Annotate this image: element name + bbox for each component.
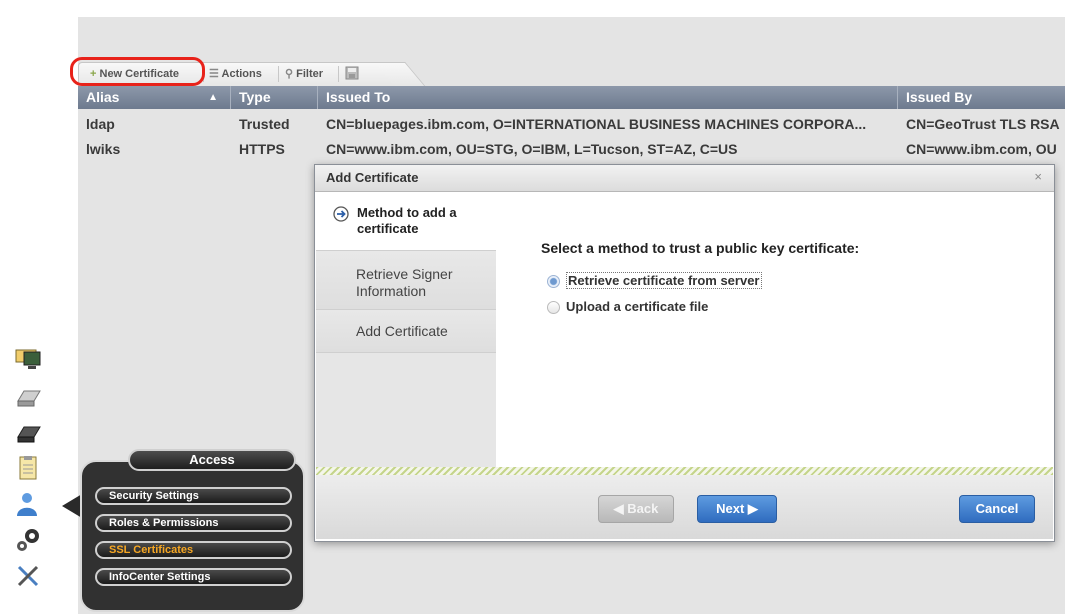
filter-label: Filter bbox=[296, 68, 324, 80]
toolbar-divider bbox=[278, 66, 279, 82]
cancel-button[interactable]: Cancel bbox=[959, 495, 1035, 523]
menu-item-infocenter-settings[interactable]: InfoCenter Settings bbox=[95, 568, 292, 586]
wizard-step-label: Add Certificate bbox=[356, 323, 448, 339]
column-header-alias[interactable]: Alias ▲ bbox=[78, 86, 231, 109]
close-icon[interactable]: × bbox=[1034, 169, 1042, 184]
user-icon[interactable] bbox=[14, 491, 44, 517]
dialog-body: Select a method to trust a public key ce… bbox=[497, 192, 1053, 467]
cell-issued-by: CN=GeoTrust TLS RSA bbox=[906, 116, 1060, 132]
column-label: Alias bbox=[86, 89, 120, 105]
wizard-steps: Method to add a certificate Retrieve Sig… bbox=[316, 192, 496, 468]
next-button[interactable]: Next ▶ bbox=[697, 495, 777, 523]
dialog-title-bar: Add Certificate × bbox=[315, 165, 1054, 192]
wizard-step-retrieve-signer[interactable]: Retrieve Signer Information bbox=[316, 250, 496, 309]
toolbar-divider bbox=[338, 66, 339, 82]
filter-button[interactable]: ⚲ Filter bbox=[285, 66, 323, 82]
cell-type: Trusted bbox=[239, 116, 290, 132]
tape-drive-icon[interactable] bbox=[14, 421, 44, 447]
cell-alias: lwiks bbox=[86, 141, 121, 157]
search-icon: ⚲ bbox=[285, 68, 294, 80]
option-label: Retrieve certificate from server bbox=[566, 272, 762, 289]
option-label: Upload a certificate file bbox=[566, 299, 709, 314]
tools-icon[interactable] bbox=[14, 563, 44, 589]
radio-selected-icon[interactable] bbox=[547, 275, 560, 288]
wizard-step-add-certificate[interactable]: Add Certificate bbox=[316, 309, 496, 352]
arrow-right-circle-icon bbox=[333, 206, 349, 222]
table-row[interactable]: ldap Trusted CN=bluepages.ibm.com, O=INT… bbox=[78, 114, 1065, 135]
monitor-icon[interactable] bbox=[14, 347, 44, 373]
wizard-step-label: Retrieve Signer Information bbox=[356, 266, 453, 299]
gears-icon[interactable] bbox=[14, 527, 44, 553]
column-header-type[interactable]: Type bbox=[231, 86, 318, 109]
dialog-title: Add Certificate bbox=[326, 170, 419, 185]
column-label: Type bbox=[239, 89, 271, 105]
save-button[interactable] bbox=[345, 66, 359, 82]
table-header: Alias ▲ Type Issued To Issued By bbox=[78, 86, 1065, 109]
cell-issued-to: CN=bluepages.ibm.com, O=INTERNATIONAL BU… bbox=[326, 116, 867, 132]
drive-icon[interactable] bbox=[14, 385, 44, 411]
access-menu-panel bbox=[80, 460, 305, 612]
toolbar: + New Certificate ☰ Actions ⚲ Filter bbox=[78, 62, 1065, 87]
column-label: Issued To bbox=[326, 89, 391, 105]
radio-unselected-icon[interactable] bbox=[547, 301, 560, 314]
cell-type: HTTPS bbox=[239, 141, 285, 157]
menu-item-ssl-certificates[interactable]: SSL Certificates bbox=[95, 541, 292, 559]
wizard-step-label: Method to add a certificate bbox=[357, 205, 457, 236]
menu-pointer bbox=[62, 494, 82, 518]
menu-item-security-settings[interactable]: Security Settings bbox=[95, 487, 292, 505]
cell-alias: ldap bbox=[86, 116, 115, 132]
access-menu-title: Access bbox=[128, 449, 296, 471]
method-prompt: Select a method to trust a public key ce… bbox=[541, 240, 860, 256]
table-row[interactable]: lwiks HTTPS CN=www.ibm.com, OU=STG, O=IB… bbox=[78, 139, 1065, 160]
floppy-disk-icon bbox=[345, 66, 359, 80]
clipboard-icon[interactable] bbox=[14, 455, 44, 481]
dialog-footer: ◀ Back Next ▶ Cancel bbox=[316, 475, 1053, 539]
back-button[interactable]: ◀ Back bbox=[598, 495, 674, 523]
actions-label: Actions bbox=[221, 68, 262, 80]
cell-issued-to: CN=www.ibm.com, OU=STG, O=IBM, L=Tucson,… bbox=[326, 141, 738, 157]
progress-stripe bbox=[316, 467, 1053, 475]
wizard-steps-filler bbox=[316, 352, 496, 468]
cell-issued-by: CN=www.ibm.com, OU bbox=[906, 141, 1057, 157]
list-icon: ☰ bbox=[209, 68, 219, 80]
add-certificate-dialog: Add Certificate × Method to add a certif… bbox=[314, 164, 1055, 542]
wizard-step-current: Method to add a certificate bbox=[316, 192, 496, 250]
new-certificate-highlight-ring bbox=[70, 57, 205, 86]
column-label: Issued By bbox=[906, 89, 973, 105]
column-header-issued-to[interactable]: Issued To bbox=[318, 86, 898, 109]
column-header-issued-by[interactable]: Issued By bbox=[898, 86, 1065, 109]
menu-item-roles-permissions[interactable]: Roles & Permissions bbox=[95, 514, 292, 532]
actions-button[interactable]: ☰ Actions bbox=[209, 66, 262, 82]
sort-ascending-icon: ▲ bbox=[208, 92, 218, 103]
